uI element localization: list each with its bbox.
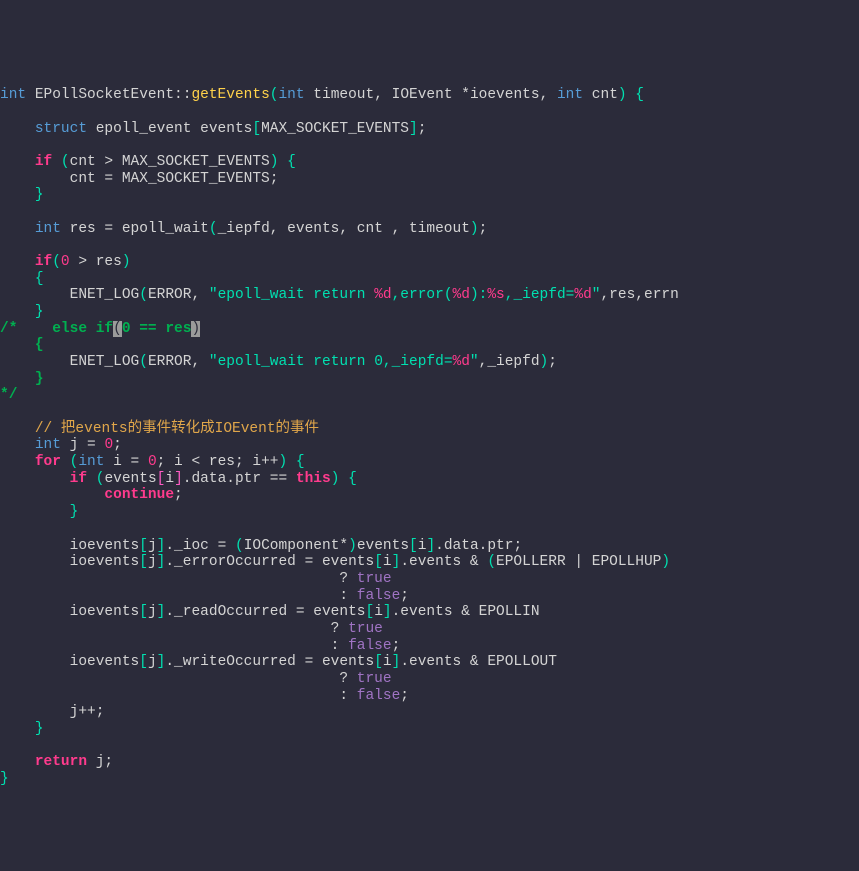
code-line: // 把events的事件转化成IOEvent的事件 <box>0 421 319 437</box>
code-line: : false; <box>0 638 400 654</box>
code-line: int res = epoll_wait(_iepfd, events, cnt… <box>0 221 487 237</box>
code-line: : false; <box>0 688 409 704</box>
code-editor-viewport[interactable]: int EPollSocketEvent::getEvents(int time… <box>0 67 859 788</box>
code-line: { <box>0 337 44 353</box>
code-line: for (int i = 0; i < res; i++) { <box>0 454 305 470</box>
code-line: } <box>0 304 44 320</box>
code-line: ? true <box>0 571 392 587</box>
code-line: /* else if(0 == res) <box>0 321 200 337</box>
code-line: : false; <box>0 588 409 604</box>
matched-bracket-close: ) <box>191 321 200 337</box>
code-line: ioevents[j]._errorOccurred = events[i].e… <box>0 554 670 570</box>
code-line: ioevents[j]._readOccurred = events[i].ev… <box>0 604 540 620</box>
code-line: ioevents[j]._writeOccurred = events[i].e… <box>0 654 557 670</box>
code-line: } <box>0 721 44 737</box>
code-line: { <box>0 271 44 287</box>
code-line: if (events[i].data.ptr == this) { <box>0 471 357 487</box>
code-line: j++; <box>0 704 104 720</box>
code-line: return j; <box>0 754 113 770</box>
code-line: int EPollSocketEvent::getEvents(int time… <box>0 87 644 103</box>
code-line: ? true <box>0 621 383 637</box>
code-line: ioevents[j]._ioc = (IOComponent*)events[… <box>0 538 522 554</box>
matched-bracket-open: ( <box>113 321 122 337</box>
code-line: } <box>0 187 44 203</box>
code-line: ? true <box>0 671 392 687</box>
code-line: } <box>0 371 44 387</box>
code-line: if(0 > res) <box>0 254 131 270</box>
code-line: } <box>0 504 78 520</box>
code-line: ENET_LOG(ERROR, "epoll_wait return %d,er… <box>0 287 679 303</box>
code-line: if (cnt > MAX_SOCKET_EVENTS) { <box>0 154 296 170</box>
code-line: } <box>0 771 9 787</box>
code-line: int j = 0; <box>0 437 122 453</box>
code-line: */ <box>0 387 17 403</box>
code-line: continue; <box>0 487 183 503</box>
code-line: cnt = MAX_SOCKET_EVENTS; <box>0 171 278 187</box>
code-line: ENET_LOG(ERROR, "epoll_wait return 0,_ie… <box>0 354 557 370</box>
code-line: struct epoll_event events[MAX_SOCKET_EVE… <box>0 121 426 137</box>
